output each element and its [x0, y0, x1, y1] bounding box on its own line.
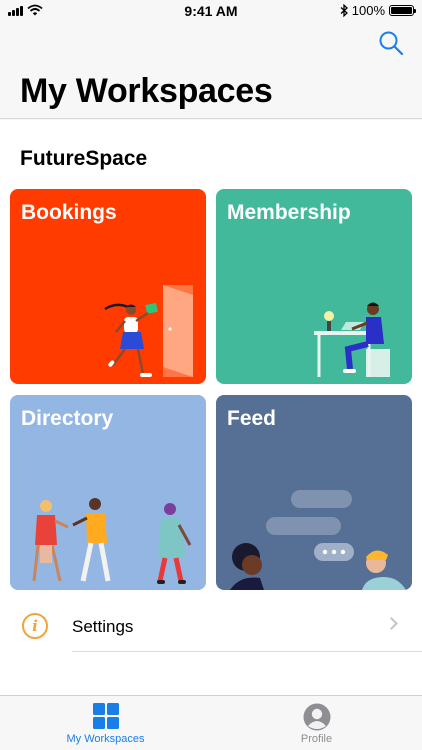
main-content: FutureSpace Bookings Membership Director…	[0, 120, 422, 695]
bluetooth-icon	[340, 4, 348, 17]
profile-icon	[303, 703, 330, 731]
bookings-tile[interactable]: Bookings	[10, 189, 206, 384]
divider	[72, 651, 422, 652]
battery-percent: 100%	[351, 3, 385, 18]
navigation-header: My Workspaces	[0, 22, 422, 119]
tab-label: Profile	[300, 733, 333, 745]
tile-label: Directory	[21, 407, 114, 430]
feed-tile[interactable]: Feed	[216, 395, 412, 590]
battery-icon	[389, 5, 416, 16]
directory-tile[interactable]: Directory	[10, 395, 206, 590]
settings-row[interactable]: i Settings	[0, 605, 422, 650]
page-title: My Workspaces	[20, 72, 273, 110]
membership-tile[interactable]: Membership	[216, 189, 412, 384]
status-bar: 9:41 AM 100%	[0, 0, 422, 22]
grid-icon	[92, 703, 119, 729]
tab-my-workspaces[interactable]: My Workspaces	[0, 696, 211, 750]
tile-label: Bookings	[21, 201, 117, 224]
search-button[interactable]	[376, 28, 406, 58]
tab-profile[interactable]: Profile	[211, 696, 422, 750]
search-icon	[379, 31, 404, 56]
info-icon: i	[22, 613, 48, 639]
tile-label: Feed	[227, 407, 277, 430]
status-right: 100%	[340, 3, 416, 18]
settings-label: Settings	[72, 617, 134, 636]
chevron-right-icon	[385, 617, 398, 630]
workspace-name: FutureSpace	[20, 147, 148, 170]
tab-bar: My Workspaces Profile	[0, 695, 422, 750]
tile-label: Membership	[227, 201, 351, 224]
tab-label: My Workspaces	[66, 733, 145, 745]
